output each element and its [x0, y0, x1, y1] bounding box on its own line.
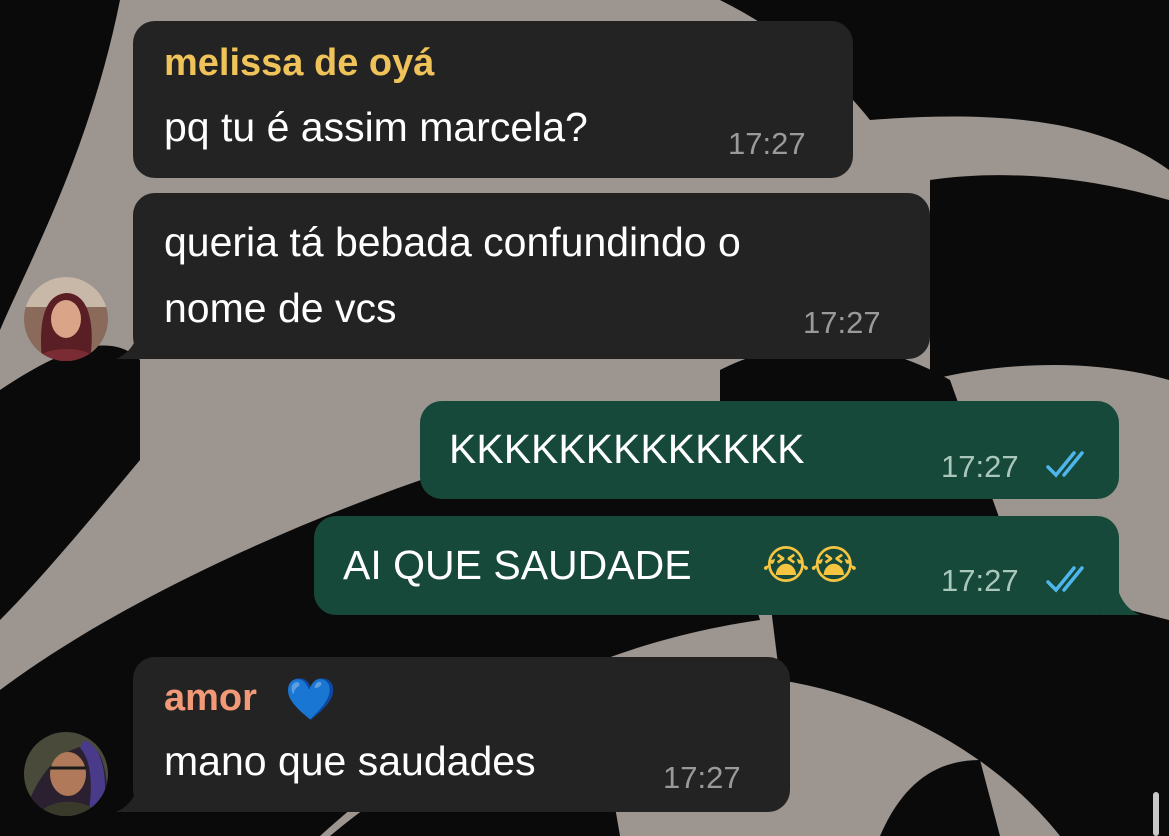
sender-name: melissa de oyá — [164, 42, 435, 84]
message-time: 17:27 — [941, 449, 1019, 484]
blue-heart-emoji: 💙 — [285, 675, 337, 723]
bubble-tail — [1100, 579, 1140, 615]
sender-name: amor — [164, 677, 257, 719]
message-time: 17:27 — [803, 305, 881, 340]
bubble-tail — [116, 776, 156, 812]
message-bubble-3[interactable]: KKKKKKKKKKKKK 17:27 — [420, 401, 1119, 499]
avatar[interactable] — [24, 732, 108, 816]
message-text: mano que saudades — [164, 738, 536, 784]
message-time: 17:27 — [941, 563, 1019, 598]
message-text: pq tu é assim marcela? — [164, 104, 588, 150]
message-bubble-2[interactable]: queria tá bebada confundindo o nome de v… — [133, 193, 930, 359]
message-text: AI QUE SAUDADE — [343, 542, 692, 588]
scrollbar[interactable] — [1153, 792, 1159, 836]
message-bubble-5[interactable]: amor 💙 mano que saudades 17:27 — [133, 657, 790, 812]
message-text-line-1: queria tá bebada confundindo o — [164, 219, 741, 265]
message-bubble-1[interactable]: melissa de oyá pq tu é assim marcela? 17… — [133, 21, 853, 178]
message-text-line-2: nome de vcs — [164, 285, 397, 331]
double-check-icon — [1046, 451, 1084, 478]
message-time: 17:27 — [728, 126, 806, 161]
double-check-icon — [1046, 566, 1084, 593]
bubble-tail — [116, 323, 156, 359]
message-text: KKKKKKKKKKKKK — [449, 426, 805, 472]
message-bubble-4[interactable]: AI QUE SAUDADE 😭😭 17:27 — [314, 516, 1119, 615]
message-time: 17:27 — [663, 760, 741, 795]
crying-emoji: 😭😭 — [762, 541, 858, 589]
avatar[interactable] — [24, 277, 108, 361]
